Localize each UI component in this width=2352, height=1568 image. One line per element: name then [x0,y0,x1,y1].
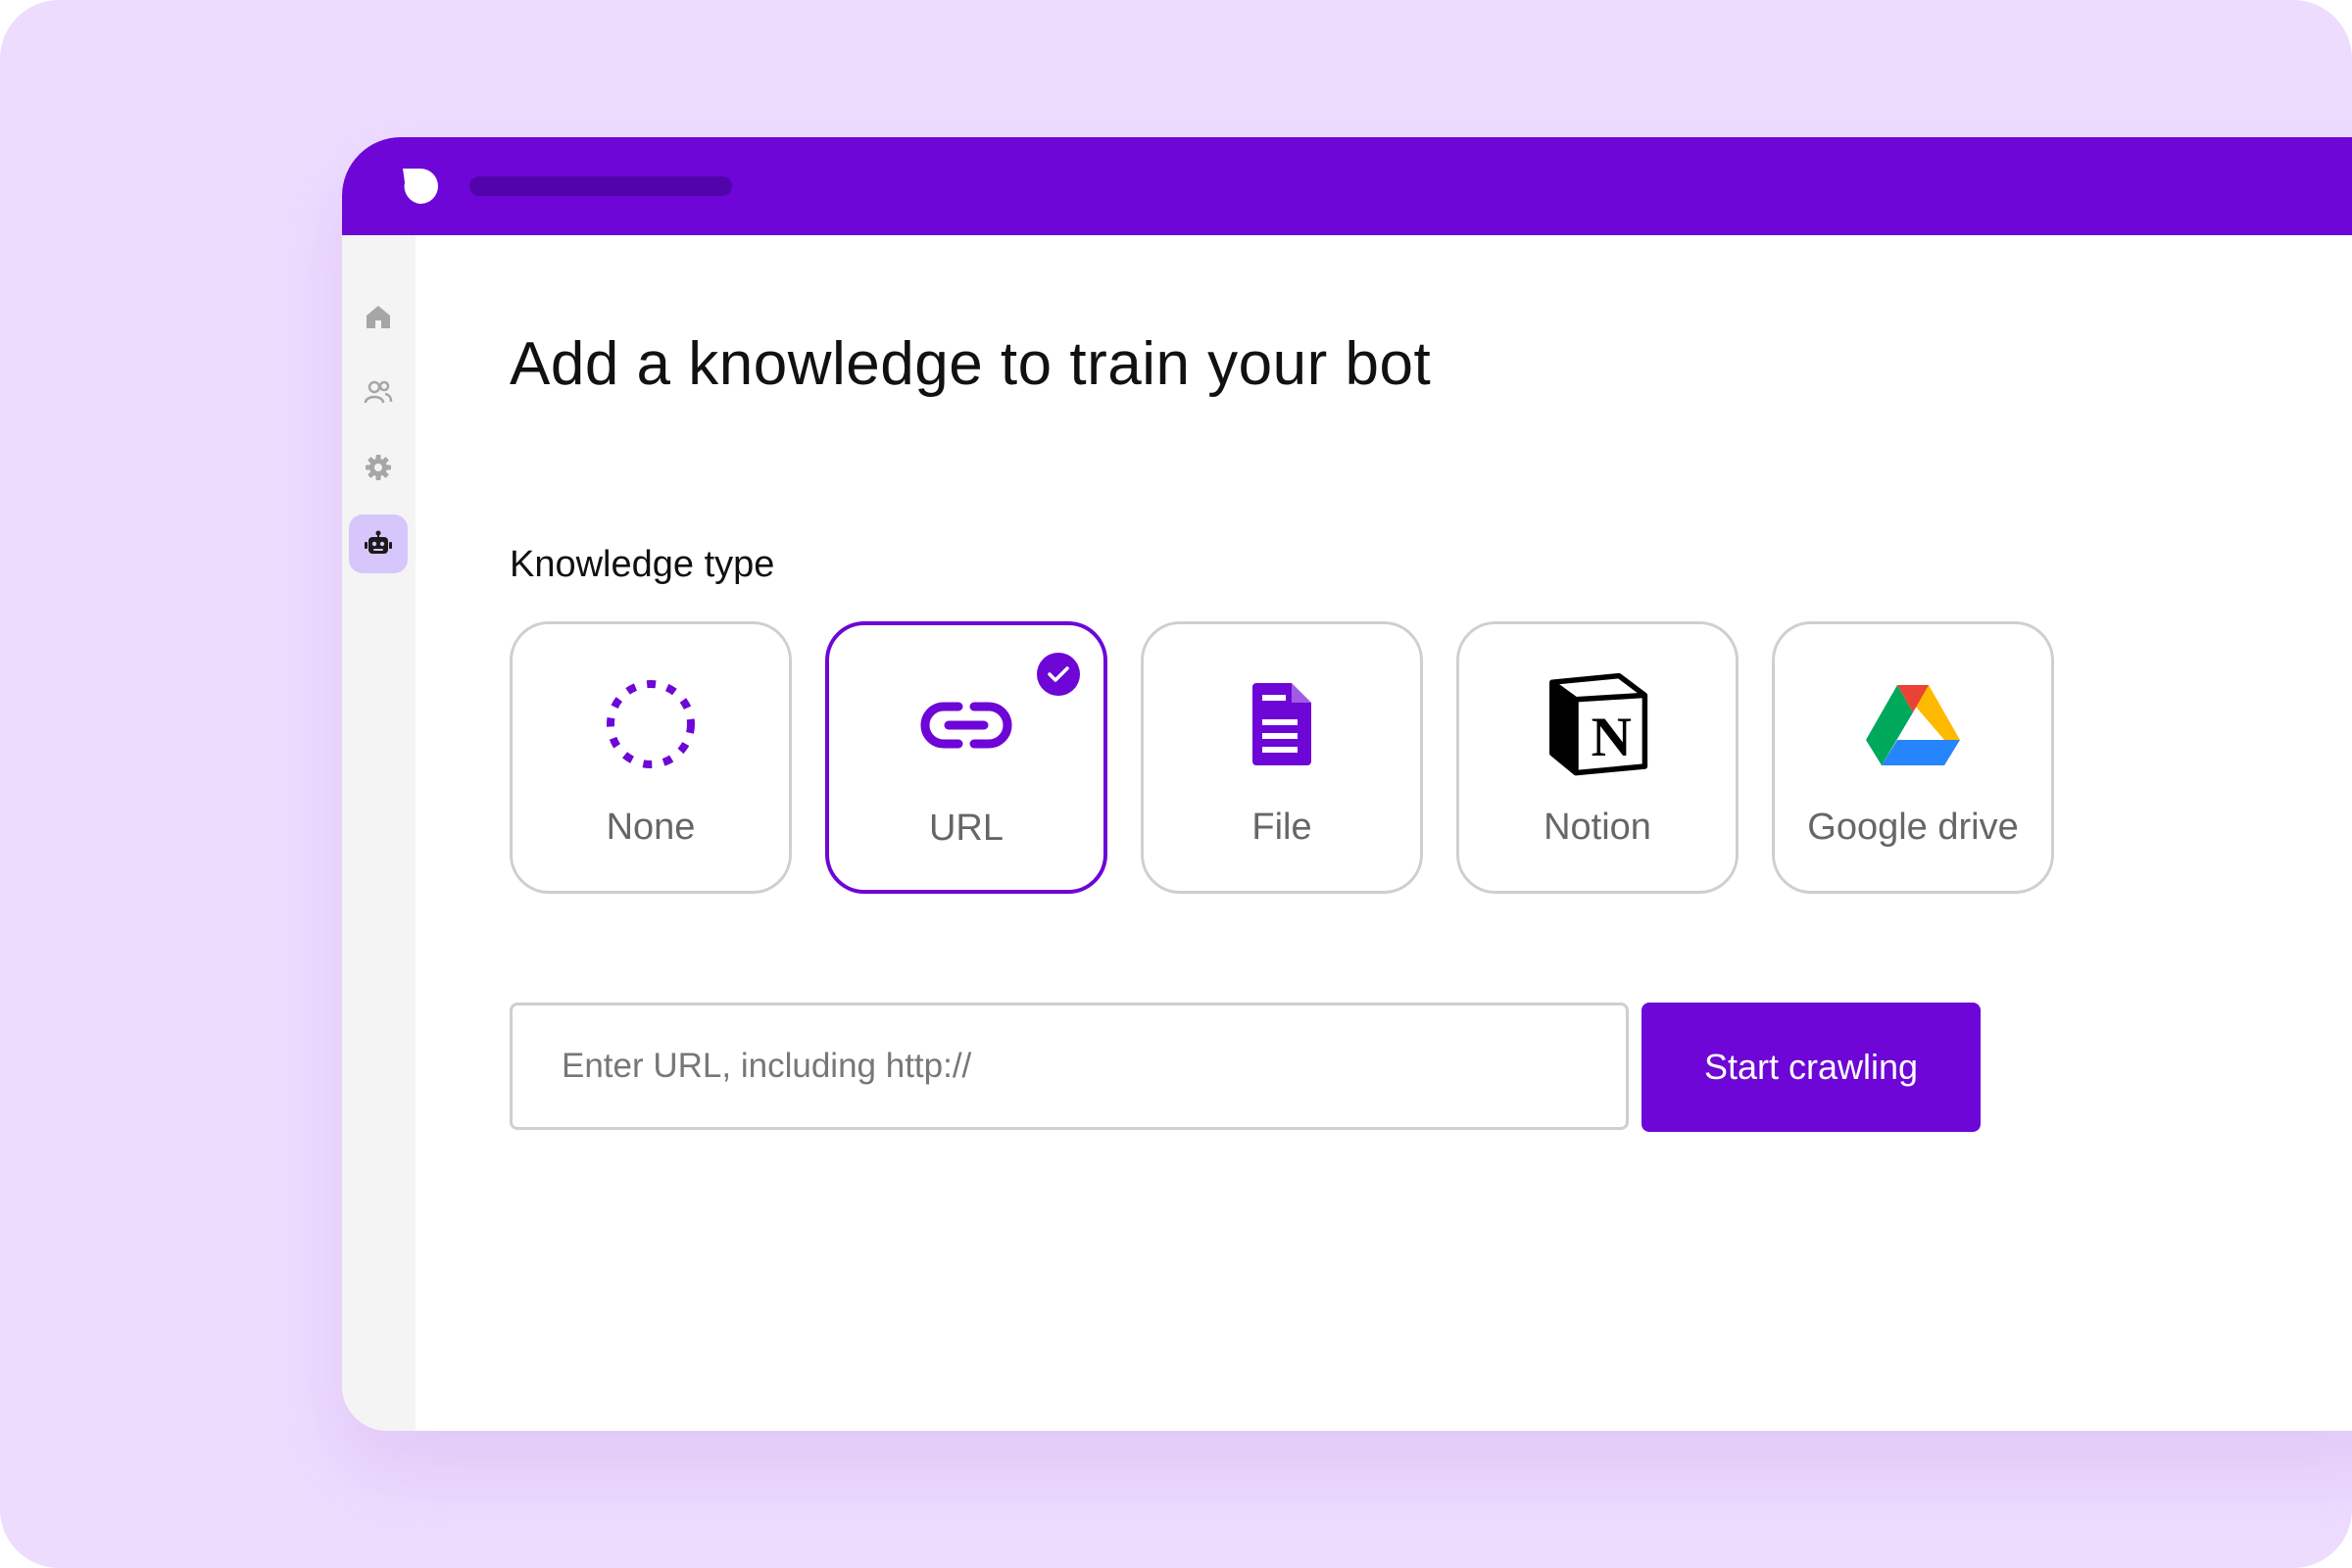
sidebar-item-bot[interactable] [349,514,408,573]
knowledge-type-label-file: File [1251,807,1312,848]
knowledge-type-file[interactable]: File [1141,621,1423,894]
svg-text:N: N [1592,707,1632,768]
sidebar [342,235,416,1431]
knowledge-type-none[interactable]: None [510,621,792,894]
window-title-placeholder [469,176,732,196]
file-icon [1252,683,1311,765]
title-bar [342,137,2352,235]
page-title: Add a knowledge to train your bot [510,330,1432,398]
knowledge-type-url[interactable]: URL [825,621,1107,894]
sidebar-item-home[interactable] [349,287,408,346]
dashed-circle-icon [607,680,695,768]
knowledge-type-notion[interactable]: N Notion [1456,621,1739,894]
home-icon [367,306,390,328]
sidebar-item-settings[interactable] [349,438,408,497]
robot-icon [365,530,392,554]
background: Add a knowledge to train your bot Knowle… [0,0,2352,1568]
knowledge-type-label-url: URL [928,808,1004,849]
app-window: Add a knowledge to train your bot Knowle… [342,137,2352,1431]
gear-icon [366,455,391,480]
url-input[interactable] [510,1003,1629,1130]
knowledge-type-label-google-drive: Google drive [1807,807,2019,848]
users-icon [364,380,393,404]
app-logo-icon [403,169,438,204]
google-drive-icon [1866,685,1960,765]
knowledge-type-google-drive[interactable]: Google drive [1772,621,2054,894]
start-crawling-button[interactable]: Start crawling [1642,1003,1981,1132]
sidebar-item-users[interactable] [349,363,408,421]
notion-icon: N [1549,672,1648,776]
knowledge-type-label-notion: Notion [1544,807,1651,848]
knowledge-type-label-none: None [606,807,696,848]
main-content: Add a knowledge to train your bot Knowle… [416,235,2352,1431]
link-icon [920,702,1012,749]
knowledge-type-label: Knowledge type [510,544,775,585]
selected-check-icon [1037,653,1080,696]
